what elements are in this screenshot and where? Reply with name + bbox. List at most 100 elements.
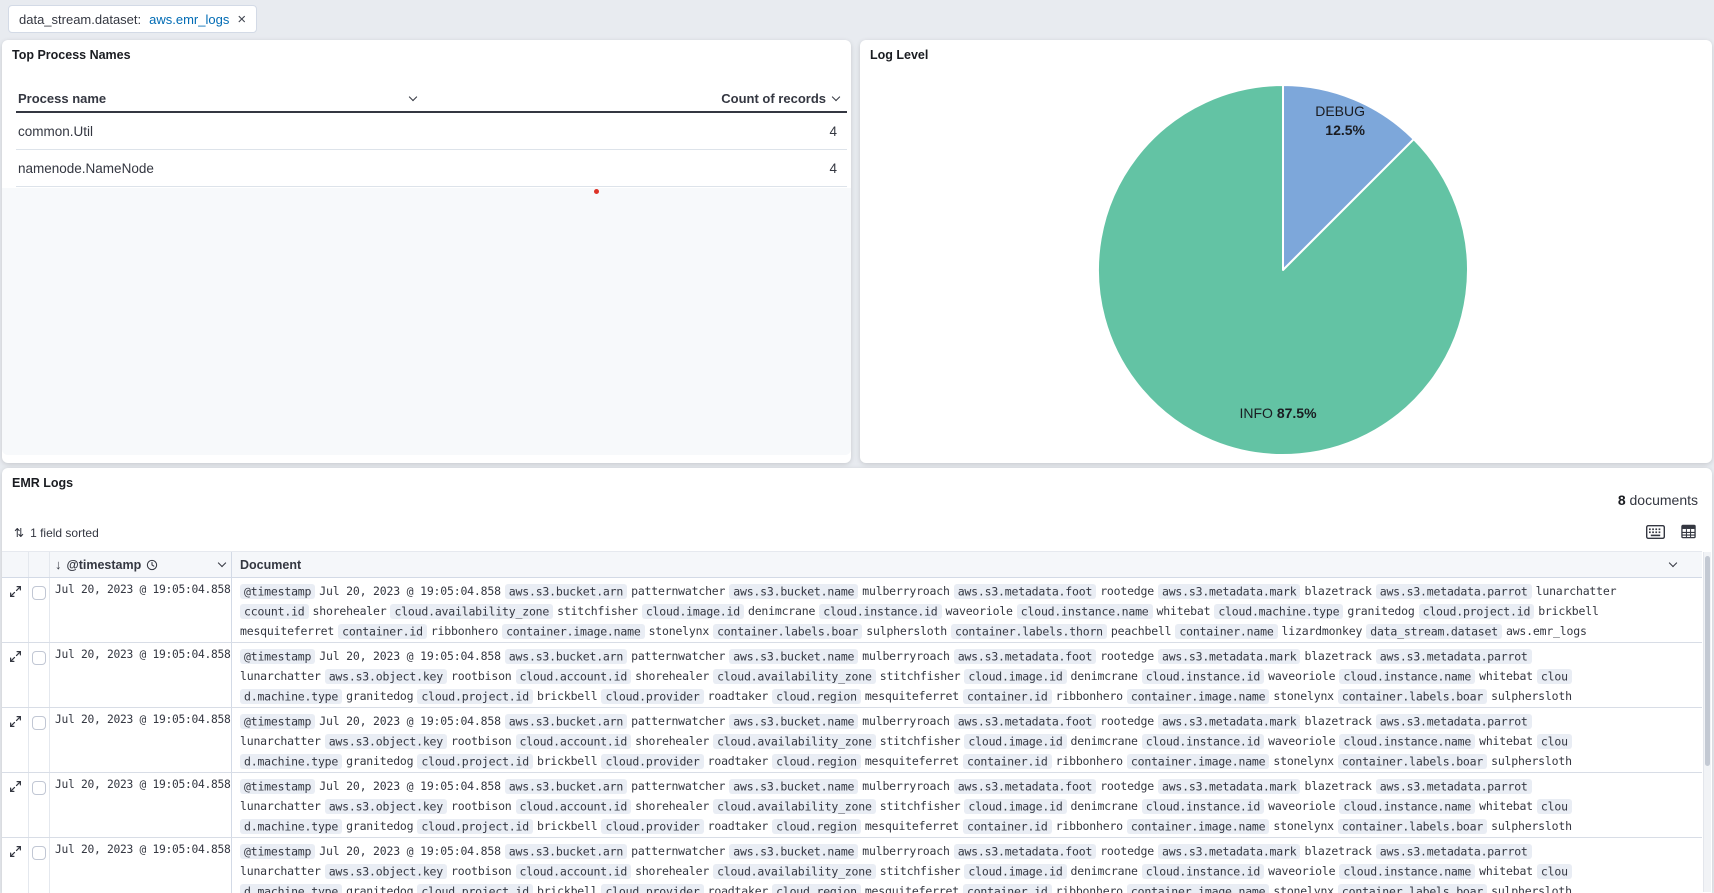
chevron-down-icon[interactable]: [218, 559, 226, 567]
field-value: stitchfisher: [880, 799, 961, 813]
field-name-badge: aws.s3.metadata.parrot: [1376, 779, 1532, 794]
field-value: mesquiteferret: [865, 819, 959, 833]
field-value: patternwatcher: [631, 779, 725, 793]
timestamp-cell: Jul 20, 2023 @ 19:05:04.858: [50, 838, 232, 893]
field-name-badge: cloud.availability_zone: [713, 864, 876, 879]
filter-pill[interactable]: data_stream.dataset: aws.emr_logs ×: [8, 5, 257, 33]
field-name-badge: cloud.provider: [601, 689, 703, 704]
document-row: Jul 20, 2023 @ 19:05:04.858@timestampJul…: [2, 773, 1702, 838]
document-cell: @timestampJul 20, 2023 @ 19:05:04.858aws…: [232, 773, 1702, 837]
field-value: blazetrack: [1304, 584, 1371, 598]
field-name-badge: @timestamp: [240, 779, 315, 794]
field-name-badge: cloud.region: [772, 754, 861, 769]
document-row: Jul 20, 2023 @ 19:05:04.858@timestampJul…: [2, 578, 1702, 643]
column-header-count[interactable]: Count of records: [416, 91, 847, 106]
field-name-badge: @timestamp: [240, 649, 315, 664]
select-document-checkbox[interactable]: [32, 716, 46, 730]
field-name-badge: aws.s3.object.key: [325, 799, 447, 814]
expand-document-icon[interactable]: [9, 715, 22, 732]
field-name-badge: aws.s3.metadata.mark: [1158, 714, 1300, 729]
pie-label-info: INFO 87.5%: [1239, 404, 1316, 423]
count-cell: 4: [416, 124, 847, 139]
field-name-badge: cloud.image.id: [964, 864, 1066, 879]
field-value: granitedog: [346, 819, 413, 833]
select-document-checkbox[interactable]: [32, 651, 46, 665]
sort-desc-icon: ↓: [55, 557, 62, 572]
field-value: sulphersloth: [866, 624, 947, 638]
field-value: brickbell: [1538, 604, 1599, 618]
field-name-badge: cloud.instance.name: [1339, 864, 1475, 879]
field-name-badge: cloud.project.id: [417, 689, 533, 704]
select-document-checkbox[interactable]: [32, 586, 46, 600]
field-name-badge: cloud.provider: [601, 754, 703, 769]
field-value: whitebat: [1157, 604, 1211, 618]
field-name-badge: aws.s3.bucket.arn: [505, 779, 627, 794]
select-document-checkbox[interactable]: [32, 846, 46, 860]
field-name-badge: aws.s3.metadata.parrot: [1376, 584, 1532, 599]
field-value: stitchfisher: [557, 604, 638, 618]
field-value: patternwatcher: [631, 584, 725, 598]
document-cell: @timestampJul 20, 2023 @ 19:05:04.858aws…: [232, 643, 1702, 707]
field-value: rootbison: [451, 864, 512, 878]
field-name-badge: container.labels.boar: [1338, 884, 1487, 893]
select-document-checkbox[interactable]: [32, 781, 46, 795]
field-value: roadtaker: [708, 754, 769, 768]
scrollbar-thumb[interactable]: [1705, 556, 1710, 766]
document-count: 8 documents: [1618, 492, 1698, 508]
field-value: ribbonhero: [431, 624, 498, 638]
column-header-process-name[interactable]: Process name: [16, 91, 416, 106]
field-value: waveoriole: [1268, 864, 1335, 878]
field-value: mulberryroach: [862, 779, 949, 793]
chevron-down-icon[interactable]: [1669, 559, 1677, 567]
field-value: stonelynx: [649, 624, 710, 638]
field-name-badge: aws.s3.bucket.arn: [505, 649, 627, 664]
pie-slice-info[interactable]: [1098, 85, 1468, 455]
field-value: sulphersloth: [1491, 754, 1572, 768]
field-name-badge: container.labels.boar: [1338, 819, 1487, 834]
field-value: rootedge: [1100, 714, 1154, 728]
expand-document-icon[interactable]: [9, 845, 22, 862]
field-name-badge: d.machine.type: [240, 884, 342, 893]
process-table: Process name Count of records common.Uti…: [16, 86, 847, 187]
field-name-badge: @timestamp: [240, 584, 315, 599]
sort-icon: ⇅: [14, 526, 24, 540]
field-value: patternwatcher: [631, 844, 725, 858]
expand-document-icon[interactable]: [9, 780, 22, 797]
field-value: granitedog: [346, 884, 413, 893]
sort-fields-button[interactable]: ⇅ 1 field sorted: [14, 526, 99, 540]
keyboard-shortcuts-icon[interactable]: [1646, 525, 1665, 539]
field-name-badge: container.image.name: [1127, 884, 1269, 893]
field-value: mulberryroach: [862, 714, 949, 728]
field-name-badge: cloud.account.id: [516, 669, 632, 684]
process-name-cell: common.Util: [16, 124, 416, 139]
panel-title: Top Process Names: [12, 48, 131, 62]
field-value: ribbonhero: [1056, 819, 1123, 833]
filter-field-label: data_stream.dataset:: [19, 12, 141, 27]
chevron-down-icon[interactable]: [832, 93, 840, 101]
field-name-badge: aws.s3.metadata.parrot: [1376, 714, 1532, 729]
expand-document-icon[interactable]: [9, 650, 22, 667]
vertical-scrollbar[interactable]: [1703, 552, 1711, 892]
field-name-badge: cloud.region: [772, 689, 861, 704]
document-column-header[interactable]: Document: [232, 552, 1702, 577]
timestamp-column-header[interactable]: ↓ @timestamp: [50, 552, 232, 577]
field-value: whitebat: [1479, 799, 1533, 813]
grid-header-row: ↓ @timestamp Document: [2, 551, 1702, 578]
filter-value: aws.emr_logs: [149, 12, 229, 27]
close-icon[interactable]: ×: [237, 12, 246, 27]
field-name-badge: aws.s3.metadata.parrot: [1376, 844, 1532, 859]
field-name-badge: container.image.name: [1127, 689, 1269, 704]
field-value: rootbison: [451, 734, 512, 748]
display-options-grid-icon[interactable]: [1681, 524, 1696, 539]
field-value: lunarchatter: [240, 669, 321, 683]
field-name-badge: d.machine.type: [240, 689, 342, 704]
field-value: denimcrane: [1071, 669, 1138, 683]
field-name-badge: aws.s3.metadata.mark: [1158, 584, 1300, 599]
expand-document-icon[interactable]: [9, 585, 22, 602]
select-column-header: [29, 552, 50, 577]
panel-top-process-names: Top Process Names Process name Count of …: [2, 40, 851, 463]
field-value: mulberryroach: [862, 844, 949, 858]
field-name-badge: container.id: [963, 884, 1052, 893]
field-name-badge: aws.s3.bucket.name: [729, 649, 858, 664]
field-name-badge: aws.s3.metadata.parrot: [1376, 649, 1532, 664]
